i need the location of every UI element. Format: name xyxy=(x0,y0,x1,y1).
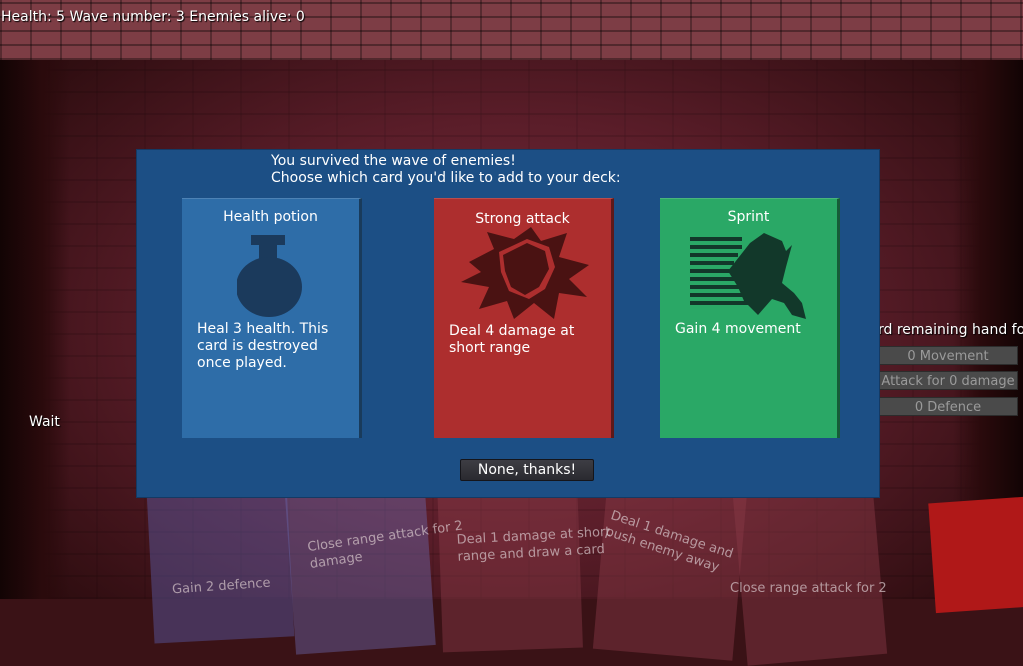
potion-icon xyxy=(237,235,302,317)
decline-button[interactable]: None, thanks! xyxy=(460,459,594,481)
movement-button[interactable]: 0 Movement xyxy=(878,346,1018,365)
card-reward-dialog: You survived the wave of enemies! Choose… xyxy=(136,149,880,498)
dialog-line-1: You survived the wave of enemies! xyxy=(271,153,516,169)
running-boot-icon xyxy=(690,233,806,319)
card-description: Deal 4 damage at short range xyxy=(449,323,575,356)
wait-button[interactable]: Wait xyxy=(29,414,60,430)
card-description: Heal 3 health. This card is destroyed on… xyxy=(197,321,329,371)
hud-status: Health: 5 Wave number: 3 Enemies alive: … xyxy=(1,9,305,25)
reward-card-health-potion[interactable]: Health potion Heal 3 health. This card i… xyxy=(182,198,362,438)
hand-card-text: Close range attack for 2 xyxy=(730,581,887,596)
side-panel-title: rd remaining hand for: xyxy=(878,322,1023,338)
card-description: Gain 4 movement xyxy=(675,321,801,337)
attack-button[interactable]: Attack for 0 damage xyxy=(878,371,1018,390)
reward-card-strong-attack[interactable]: Strong attack Deal 4 damage at short ran… xyxy=(434,198,614,438)
left-wall-shadow xyxy=(0,60,70,599)
card-title: Strong attack xyxy=(475,211,570,227)
reward-card-sprint[interactable]: Sprint Gain 4 movement xyxy=(660,198,840,438)
deck-card-corner[interactable] xyxy=(928,496,1023,614)
dialog-message: You survived the wave of enemies! Choose… xyxy=(271,153,621,187)
card-title: Sprint xyxy=(727,209,770,225)
dialog-line-2: Choose which card you'd like to add to y… xyxy=(271,170,621,186)
hand-card-close-attack-2[interactable] xyxy=(732,484,888,666)
defence-button[interactable]: 0 Defence xyxy=(878,397,1018,416)
card-title: Health potion xyxy=(223,209,318,225)
fist-impact-icon xyxy=(461,227,589,319)
